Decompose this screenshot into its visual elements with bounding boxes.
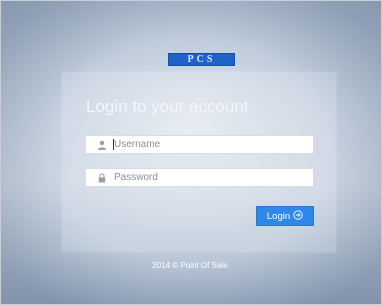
- logo-text: PCS: [187, 54, 216, 65]
- username-input[interactable]: [114, 137, 294, 152]
- password-input[interactable]: [114, 170, 294, 185]
- username-field[interactable]: [85, 135, 314, 154]
- user-icon: [95, 138, 109, 152]
- text-cursor: [113, 139, 114, 150]
- password-field[interactable]: [85, 168, 314, 187]
- login-button-label: Login: [266, 210, 291, 222]
- pcs-logo: PCS: [168, 53, 235, 66]
- arrow-circle-right-icon: [293, 209, 303, 223]
- login-title: Login to your account: [86, 97, 249, 116]
- footer-copyright: 2014 © Point Of Sale.: [152, 261, 230, 270]
- login-button[interactable]: Login: [256, 206, 314, 226]
- lock-icon: [95, 171, 109, 185]
